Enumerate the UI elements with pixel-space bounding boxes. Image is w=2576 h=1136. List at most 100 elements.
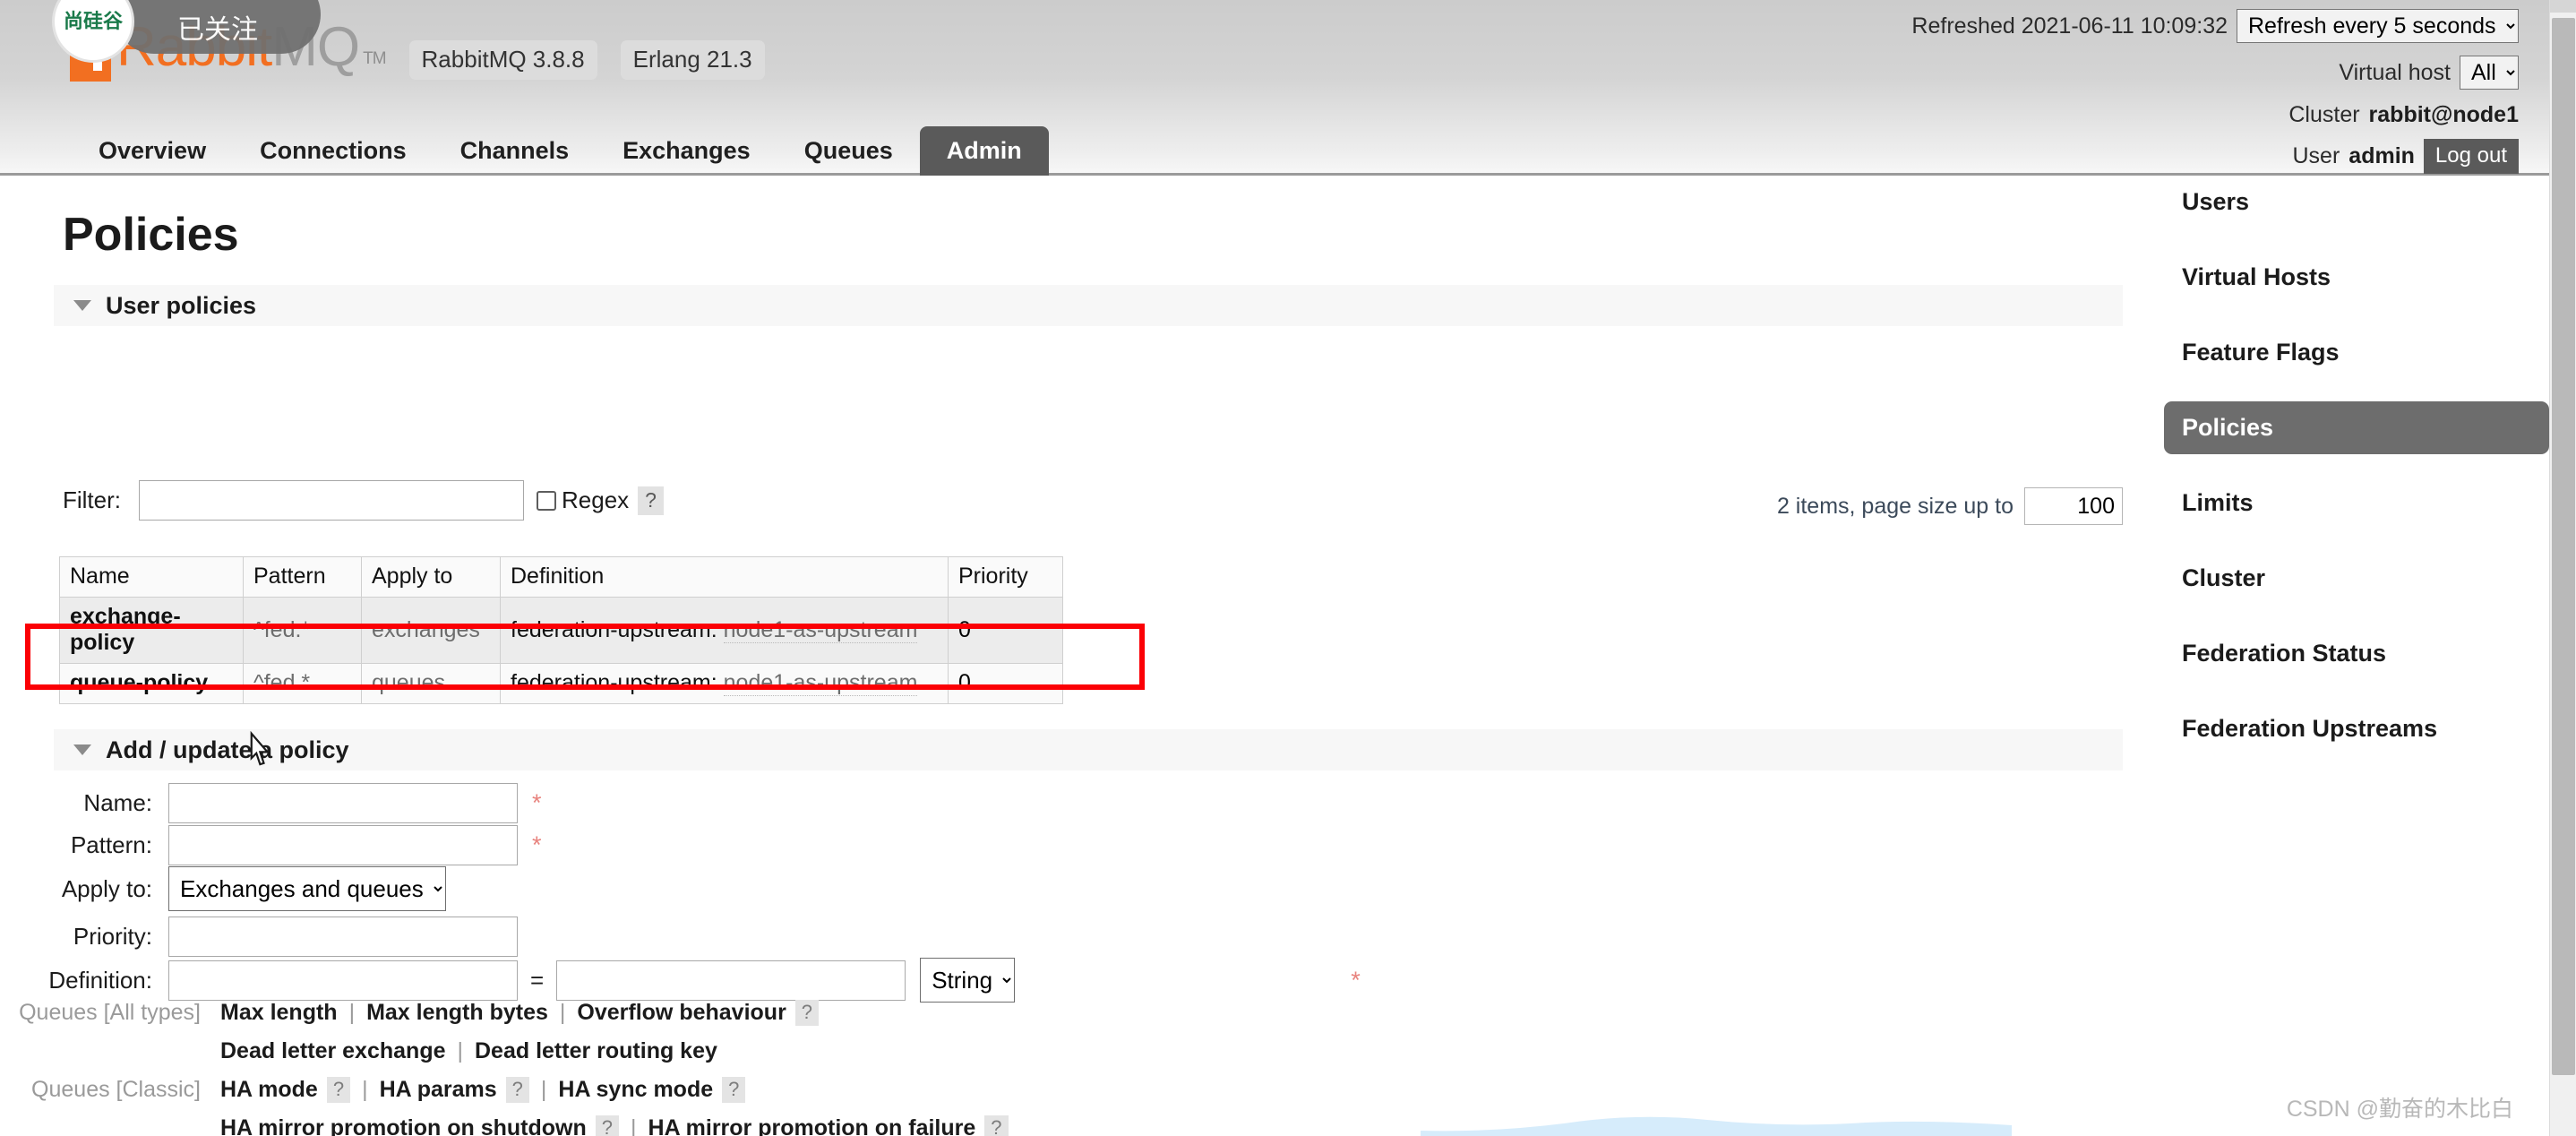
option-help-icon[interactable]: ? bbox=[596, 1115, 619, 1136]
pattern-required-marker: * bbox=[532, 831, 542, 859]
vhost-select[interactable]: All bbox=[2460, 56, 2519, 90]
form-row-definition: Definition: = String * bbox=[0, 958, 1361, 1003]
option-row: Queues [All types]Max length | Max length … bbox=[0, 1000, 819, 1026]
refresh-interval-select[interactable]: Refresh every 5 seconds bbox=[2237, 9, 2519, 43]
column-header-priority[interactable]: Priority bbox=[949, 557, 1063, 598]
column-header-pattern[interactable]: Pattern bbox=[244, 557, 362, 598]
option-links: HA mode?|HA params?|HA sync mode? bbox=[220, 1077, 745, 1103]
sidebar-item-virtual-hosts[interactable]: Virtual Hosts bbox=[2164, 251, 2549, 304]
option-link-dead-letter-exchange[interactable]: Dead letter exchange bbox=[220, 1038, 446, 1064]
mouse-cursor-icon bbox=[244, 731, 274, 770]
option-help-icon[interactable]: ? bbox=[984, 1115, 1008, 1136]
policy-pattern-input[interactable] bbox=[168, 825, 518, 865]
filter-label: Filter: bbox=[63, 486, 121, 514]
option-link-dead-letter-routing-key[interactable]: Dead letter routing key bbox=[475, 1038, 717, 1064]
name-label: Name: bbox=[0, 789, 168, 817]
definition-label: Definition: bbox=[0, 967, 168, 994]
sidebar-item-federation-upstreams[interactable]: Federation Upstreams bbox=[2164, 702, 2549, 755]
table-row[interactable]: exchange-policy^fed.*exchanges federation… bbox=[60, 598, 1063, 664]
sidebar-item-cluster[interactable]: Cluster bbox=[2164, 552, 2549, 605]
option-row: Queues [Classic]HA mode?|HA params?|HA s… bbox=[0, 1077, 745, 1103]
add-policy-section-toggle[interactable]: Add / update a policy bbox=[54, 729, 2123, 770]
cell-pattern: ^fed.* bbox=[244, 598, 362, 664]
form-row-pattern: Pattern: * bbox=[0, 825, 542, 865]
follow-badge-overlay[interactable]: 已关注 bbox=[115, 0, 321, 54]
cell-apply-to: queues bbox=[362, 664, 501, 704]
form-row-name: Name: * bbox=[0, 783, 542, 823]
definition-key: federation-upstream: bbox=[511, 617, 717, 642]
user-policies-section-toggle[interactable]: User policies bbox=[54, 285, 2123, 326]
page-scrollbar[interactable] bbox=[2549, 0, 2576, 1136]
tab-connections[interactable]: Connections bbox=[233, 126, 434, 176]
tab-admin[interactable]: Admin bbox=[920, 126, 1049, 176]
sidebar-item-federation-status[interactable]: Federation Status bbox=[2164, 627, 2549, 680]
rabbitmq-version-badge: RabbitMQ 3.8.8 bbox=[409, 40, 597, 80]
table-row[interactable]: queue-policy^fed.*queuesfederation-upstr… bbox=[60, 664, 1063, 704]
cell-policy-name[interactable]: exchange-policy bbox=[60, 598, 244, 664]
apply-to-select[interactable]: Exchanges and queues bbox=[168, 866, 446, 911]
option-help-icon[interactable]: ? bbox=[722, 1077, 745, 1103]
paging-controls: 2 items, page size up to bbox=[1777, 487, 2123, 525]
definition-required-marker: * bbox=[1351, 967, 1361, 994]
option-links: Max length|Max length bytes|Overflow beh… bbox=[220, 1000, 819, 1026]
option-category-label: Queues [Classic] bbox=[0, 1077, 220, 1103]
option-link-ha-mirror-promotion-on-failure[interactable]: HA mirror promotion on failure bbox=[648, 1115, 976, 1136]
definition-type-select[interactable]: String bbox=[920, 958, 1015, 1003]
option-row: Dead letter exchange|Dead letter routing… bbox=[0, 1038, 717, 1064]
cell-policy-name[interactable]: queue-policy bbox=[60, 664, 244, 704]
paging-text: 2 items, page size up to bbox=[1777, 494, 2014, 520]
sidebar-item-policies[interactable]: Policies bbox=[2164, 401, 2549, 454]
option-link-ha-mode[interactable]: HA mode bbox=[220, 1077, 318, 1103]
tab-exchanges[interactable]: Exchanges bbox=[596, 126, 777, 176]
cell-definition: federation-upstream: node1-as-upstream bbox=[501, 664, 949, 704]
column-header-apply-to[interactable]: Apply to bbox=[362, 557, 501, 598]
option-help-icon[interactable]: ? bbox=[795, 1000, 819, 1026]
option-link-ha-params[interactable]: HA params bbox=[380, 1077, 497, 1103]
option-link-max-length-bytes[interactable]: Max length bytes bbox=[366, 1000, 548, 1026]
option-links: Dead letter exchange|Dead letter routing… bbox=[220, 1038, 717, 1064]
page-title: Policies bbox=[63, 208, 239, 262]
pattern-label: Pattern: bbox=[0, 831, 168, 859]
filter-input[interactable] bbox=[139, 480, 524, 521]
sidebar-item-users[interactable]: Users bbox=[2164, 176, 2549, 228]
scrollbar-up-arrow[interactable] bbox=[2550, 0, 2576, 13]
tab-overview[interactable]: Overview bbox=[72, 126, 233, 176]
option-row: HA mirror promotion on shutdown?|HA mirr… bbox=[0, 1115, 1009, 1136]
option-link-max-length[interactable]: Max length bbox=[220, 1000, 338, 1026]
decorative-wave bbox=[1421, 1097, 2012, 1136]
definition-value: node1-as-upstream bbox=[724, 670, 918, 696]
option-help-icon[interactable]: ? bbox=[506, 1077, 529, 1103]
tab-queues[interactable]: Queues bbox=[777, 126, 920, 176]
definition-value: node1-as-upstream bbox=[724, 617, 918, 643]
cell-priority: 0 bbox=[949, 664, 1063, 704]
policy-priority-input[interactable] bbox=[168, 917, 518, 957]
option-link-overflow-behaviour[interactable]: Overflow behaviour bbox=[577, 1000, 786, 1026]
option-separator: | bbox=[560, 1000, 566, 1026]
csdn-watermark: CSDN @勤奋的木比白 bbox=[2287, 1091, 2513, 1123]
scrollbar-thumb[interactable] bbox=[2552, 18, 2575, 1075]
option-link-ha-sync-mode[interactable]: HA sync mode bbox=[558, 1077, 713, 1103]
main-nav-tabs: OverviewConnectionsChannelsExchangesQueu… bbox=[0, 115, 2549, 176]
definition-key-input[interactable] bbox=[168, 960, 518, 1001]
definition-value-input[interactable] bbox=[556, 960, 906, 1001]
option-separator: | bbox=[541, 1077, 547, 1103]
option-link-ha-mirror-promotion-on-shutdown[interactable]: HA mirror promotion on shutdown bbox=[220, 1115, 587, 1136]
column-header-definition[interactable]: Definition bbox=[501, 557, 949, 598]
option-help-icon[interactable]: ? bbox=[327, 1077, 350, 1103]
tab-channels[interactable]: Channels bbox=[434, 126, 597, 176]
sidebar-item-feature-flags[interactable]: Feature Flags bbox=[2164, 326, 2549, 379]
filter-row: Filter: Regex ? bbox=[63, 480, 664, 521]
page-header: RabbitMQTM RabbitMQ 3.8.8 Erlang 21.3 Re… bbox=[0, 0, 2549, 176]
rabbitmq-management-page: RabbitMQTM RabbitMQ 3.8.8 Erlang 21.3 Re… bbox=[0, 0, 2576, 1136]
page-size-input[interactable] bbox=[2024, 487, 2123, 525]
priority-label: Priority: bbox=[0, 923, 168, 951]
regex-help-icon[interactable]: ? bbox=[638, 486, 664, 515]
name-required-marker: * bbox=[532, 789, 542, 817]
regex-checkbox[interactable] bbox=[537, 491, 556, 511]
cell-apply-to: exchanges bbox=[362, 598, 501, 664]
regex-label: Regex bbox=[562, 486, 629, 514]
policy-name-input[interactable] bbox=[168, 783, 518, 823]
column-header-name[interactable]: Name bbox=[60, 557, 244, 598]
sidebar-item-limits[interactable]: Limits bbox=[2164, 477, 2549, 529]
option-category-label: Queues [All types] bbox=[0, 1000, 220, 1026]
